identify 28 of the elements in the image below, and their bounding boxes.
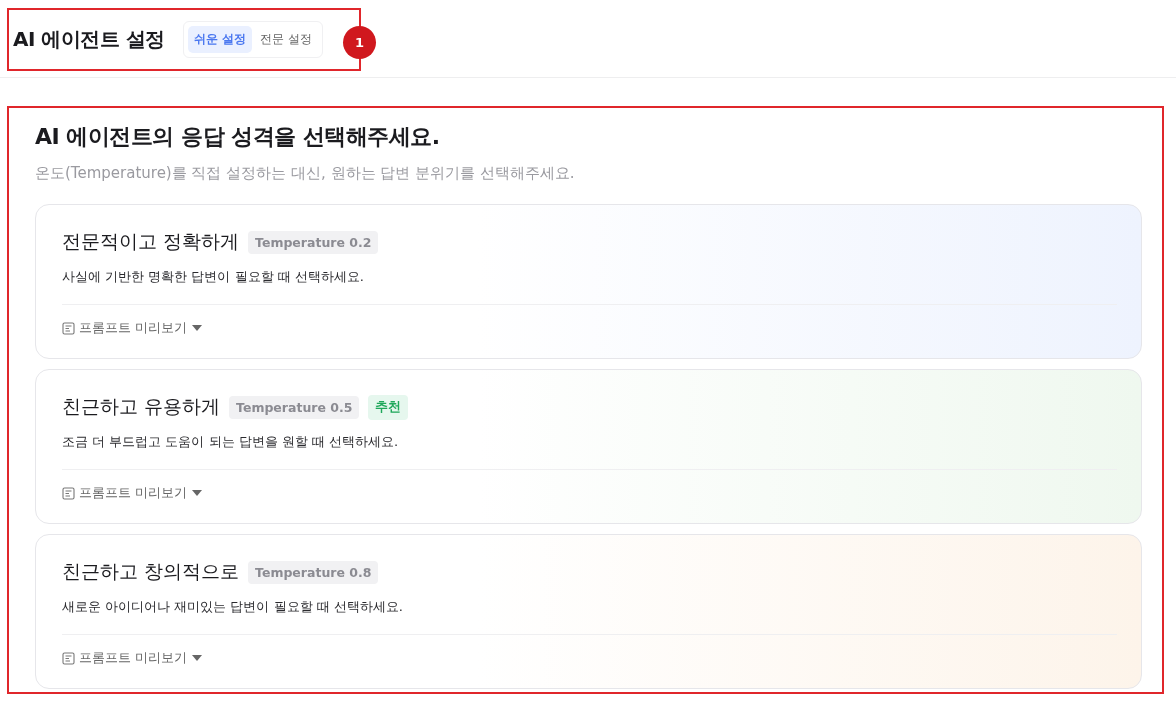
caret-icon bbox=[191, 654, 204, 662]
prompt-preview-toggle[interactable]: 프롬프트 미리보기 bbox=[62, 484, 204, 502]
section-subtitle: 온도(Temperature)를 직접 설정하는 대신, 원하는 답변 분위기를 선택해주세요. bbox=[35, 164, 576, 183]
option-card[interactable]: 친근하고 창의적으로 Temperature 0.8 새로운 아이디어나 재미있는 답변이 필요할 때 선택하세요. 프롬프트 미리보기 bbox=[35, 534, 1142, 689]
document-icon bbox=[62, 651, 75, 665]
temperature-tag: Temperature 0.8 bbox=[248, 560, 379, 584]
section-title: AI 에이전트의 응답 성격을 선택해주세요. bbox=[35, 123, 441, 151]
document-icon bbox=[62, 321, 75, 335]
option-description: 사실에 기반한 명확한 답변이 필요할 때 선택하세요. bbox=[62, 268, 365, 286]
option-title: 친근하고 유용하게 bbox=[62, 394, 221, 419]
caret-icon bbox=[191, 489, 204, 497]
option-title: 전문적이고 정확하게 bbox=[62, 229, 240, 254]
option-description: 조금 더 부드럽고 도움이 되는 답변을 원할 때 선택하세요. bbox=[62, 433, 400, 451]
document-icon bbox=[62, 486, 75, 500]
option-card[interactable]: 친근하고 유용하게 Temperature 0.5 추천 조금 더 부드럽고 도움이 되는 답변을 원할 때 선택하세요. 프롬프트 미리보기 bbox=[35, 369, 1142, 524]
caret-icon bbox=[191, 324, 204, 332]
mode-tab[interactable]: 전문 설정 bbox=[254, 26, 318, 53]
prompt-preview-toggle[interactable]: 프롬프트 미리보기 bbox=[62, 319, 204, 337]
recommended-tag: 추천 bbox=[368, 394, 409, 420]
page-title: AI 에이전트 설정 bbox=[13, 26, 165, 53]
option-description: 새로운 아이디어나 재미있는 답변이 필요할 때 선택하세요. bbox=[62, 598, 404, 616]
step-marker: 1 bbox=[343, 26, 376, 59]
temperature-tag: Temperature 0.2 bbox=[248, 230, 379, 254]
temperature-tag: Temperature 0.5 bbox=[229, 395, 360, 419]
option-title: 친근하고 창의적으로 bbox=[62, 559, 240, 584]
mode-tab[interactable]: 쉬운 설정 bbox=[187, 26, 253, 53]
prompt-preview-toggle[interactable]: 프롬프트 미리보기 bbox=[62, 649, 204, 667]
option-card[interactable]: 전문적이고 정확하게 Temperature 0.2 사실에 기반한 명확한 답변이 필요할 때 선택하세요. 프롬프트 미리보기 bbox=[35, 204, 1142, 359]
